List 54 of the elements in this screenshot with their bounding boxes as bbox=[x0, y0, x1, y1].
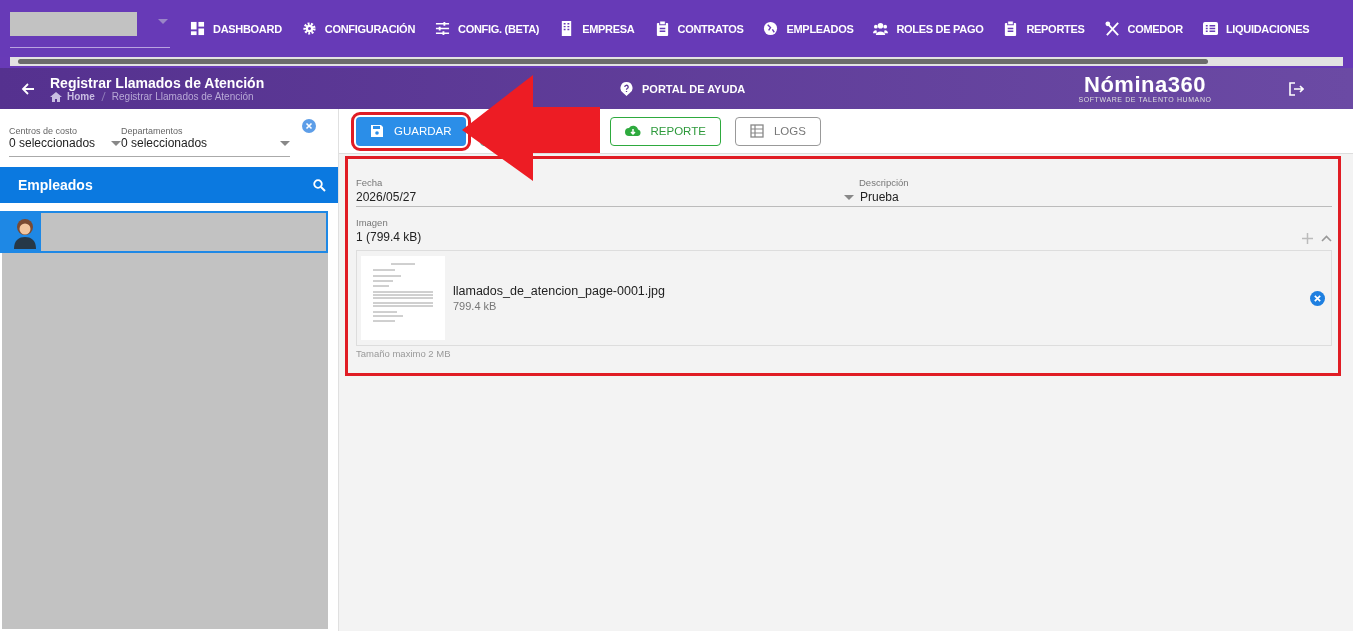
image-count: 1 (799.4 kB) bbox=[356, 230, 423, 244]
collapse-chevron-icon[interactable] bbox=[1321, 233, 1332, 244]
nav-menu-item[interactable]: ROLES DE PAGO bbox=[863, 21, 994, 36]
search-icon[interactable] bbox=[313, 178, 326, 192]
remove-icon[interactable] bbox=[1310, 290, 1325, 306]
nav-menu-item[interactable]: LIQUIDACIONES bbox=[1192, 21, 1320, 36]
filter-select[interactable]: 0 seleccionados bbox=[121, 136, 290, 150]
description-field[interactable]: Prueba bbox=[860, 190, 899, 204]
employee-row[interactable] bbox=[0, 211, 328, 253]
nav-menu-item[interactable]: COMEDOR bbox=[1094, 21, 1193, 36]
nav-menu-item[interactable]: EMPLEADOS bbox=[753, 21, 864, 36]
filter-select[interactable]: 0 seleccionados bbox=[9, 136, 121, 150]
gear-icon bbox=[301, 21, 317, 36]
breadcrumb-link[interactable]: Home bbox=[67, 91, 95, 102]
scrollbar-thumb[interactable] bbox=[18, 59, 1208, 64]
save-icon bbox=[370, 124, 384, 138]
people-icon bbox=[873, 21, 889, 36]
filter-label: Centros de costo bbox=[9, 126, 79, 136]
nav-menu-item[interactable]: DASHBOARD bbox=[180, 21, 292, 36]
filter-label: Departamentos bbox=[121, 126, 184, 136]
report-button[interactable]: REPORTE bbox=[609, 116, 721, 146]
breadcrumb-current: Registrar Llamados de Atención bbox=[111, 91, 254, 102]
page-title: Registrar Llamados de Atención bbox=[50, 75, 266, 91]
clipboard-icon bbox=[1003, 21, 1019, 36]
file-name: llamados_de_atencion_page-0001.jpg bbox=[453, 284, 666, 298]
home-icon bbox=[50, 91, 62, 102]
help-icon bbox=[620, 81, 633, 96]
horizontal-scrollbar[interactable] bbox=[10, 57, 1343, 66]
brand-logo: Nómina360 bbox=[1084, 74, 1206, 96]
description-label: Descripción bbox=[859, 177, 910, 188]
nav-menu-item[interactable]: EMPRESA bbox=[549, 21, 645, 36]
dropdown-caret-icon bbox=[158, 19, 168, 24]
nav-menu-item[interactable]: REPORTES bbox=[993, 21, 1095, 36]
grid-icon bbox=[190, 21, 205, 36]
table-icon bbox=[749, 124, 764, 138]
dropdown-caret-icon bbox=[844, 194, 854, 200]
cloud-download-icon bbox=[624, 124, 641, 138]
date-field[interactable]: 2026/05/27 bbox=[356, 190, 844, 204]
logout-icon[interactable] bbox=[1288, 80, 1304, 97]
help-portal-link[interactable]: PORTAL DE AYUDA bbox=[642, 82, 746, 95]
employees-title: Empleados bbox=[18, 177, 93, 193]
logs-button[interactable]: LOGS bbox=[734, 116, 821, 146]
nav-menu-item[interactable]: CONFIGURACIÓN bbox=[291, 21, 426, 36]
max-size-hint: Tamaño maximo 2 MB bbox=[356, 348, 452, 359]
date-label: Fecha bbox=[356, 177, 384, 188]
image-label: Imagen bbox=[356, 217, 389, 228]
list-icon bbox=[1202, 21, 1218, 36]
nav-menu-item[interactable]: CONTRATOS bbox=[644, 21, 754, 36]
back-arrow-icon[interactable] bbox=[20, 80, 36, 97]
clipboard-icon bbox=[654, 21, 670, 36]
clear-icon[interactable] bbox=[302, 119, 316, 133]
sliders-icon bbox=[435, 21, 451, 36]
nav-menu-item[interactable]: CONFIG. (BETA) bbox=[425, 21, 550, 36]
file-size: 799.4 kB bbox=[453, 300, 498, 312]
